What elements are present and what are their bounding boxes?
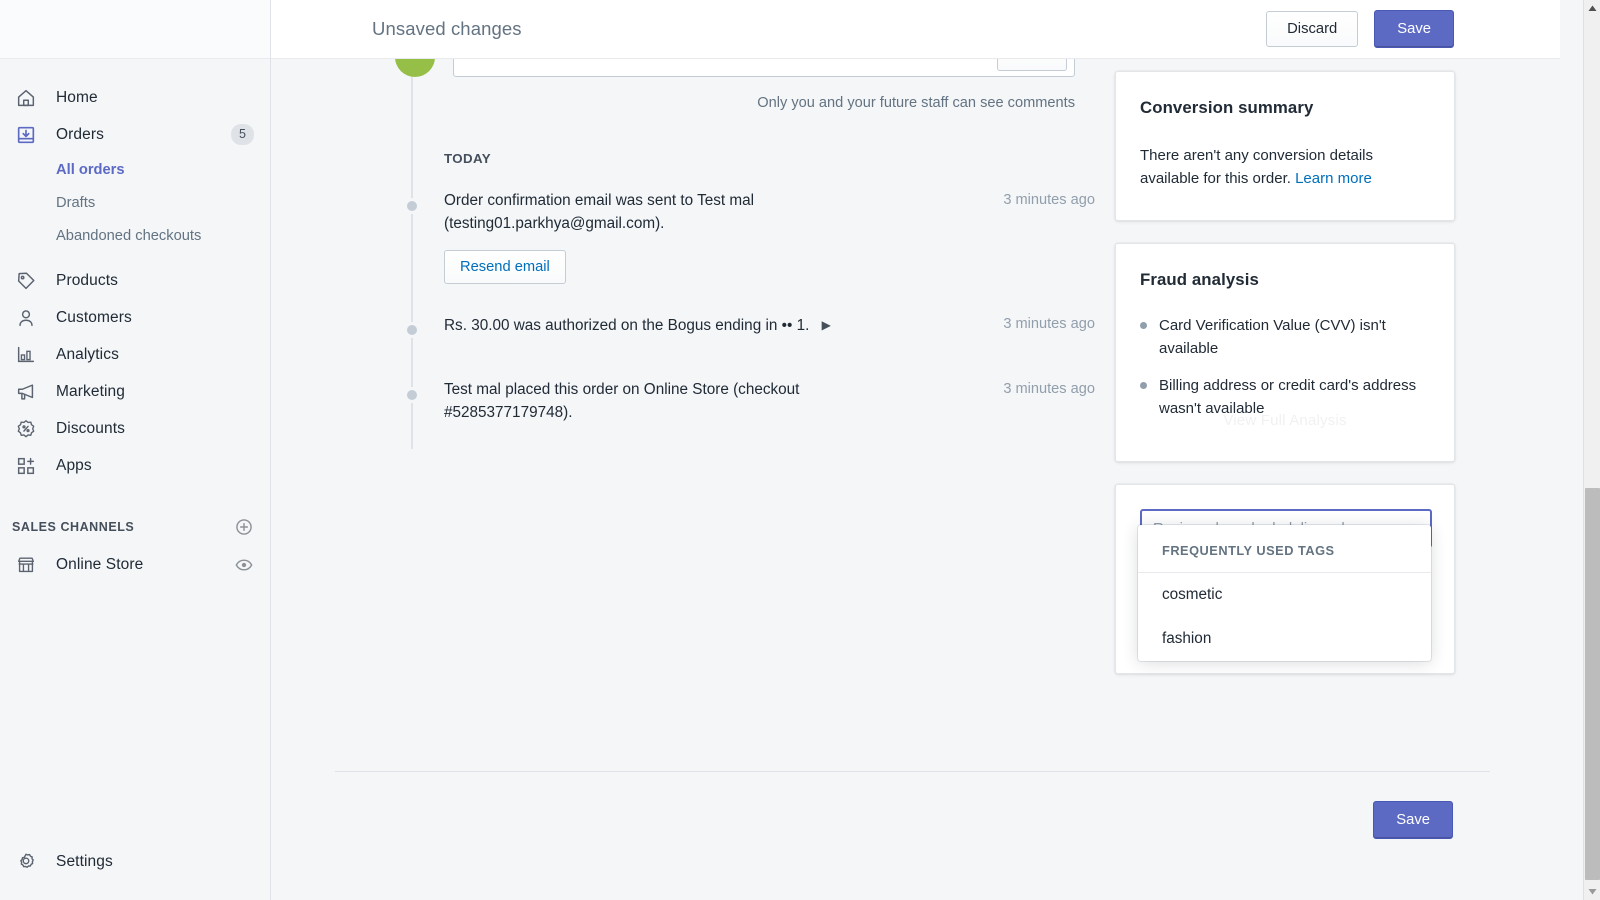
eye-icon[interactable] xyxy=(234,555,254,575)
sidebar-item-all-orders[interactable]: All orders xyxy=(56,153,270,186)
unsaved-changes-bar: Unsaved changes Discard Save xyxy=(271,0,1560,59)
timeline-event: Rs. 30.00 was authorized on the Bogus en… xyxy=(395,314,1095,344)
sidebar-item-label: Marketing xyxy=(56,382,125,400)
fraud-item-text: Billing address or credit card's address… xyxy=(1159,377,1417,417)
tag-icon xyxy=(12,267,40,295)
timeline-event: Order confirmation email was sent to Tes… xyxy=(395,190,1095,284)
sidebar-primary-nav: Home Orders 5 All orders Drafts Abandone… xyxy=(0,59,270,583)
sidebar-subitem-label: All orders xyxy=(56,161,125,178)
discard-button[interactable]: Discard xyxy=(1266,11,1359,47)
sidebar-item-label: Customers xyxy=(56,308,132,326)
storefront-icon xyxy=(12,551,40,579)
fraud-item-text: Card Verification Value (CVV) isn't avai… xyxy=(1159,317,1386,357)
timeline-event-text: Test mal placed this order on Online Sto… xyxy=(444,381,800,421)
sidebar-item-label: Analytics xyxy=(56,345,119,363)
comment-privacy-hint: Only you and your future staff can see c… xyxy=(757,95,1075,111)
home-icon xyxy=(12,84,40,112)
page-scrollbar[interactable] xyxy=(1583,0,1600,900)
timeline-dot xyxy=(404,198,420,214)
sidebar-item-online-store[interactable]: Online Store xyxy=(0,546,270,583)
tag-suggestions-dropdown: FREQUENTLY USED TAGS cosmetic fashion xyxy=(1138,525,1431,661)
chevron-right-icon[interactable]: ▶ xyxy=(822,314,831,337)
sidebar-item-label: Products xyxy=(56,271,118,289)
orders-inbox-icon xyxy=(12,121,40,149)
tag-option-cosmetic[interactable]: cosmetic xyxy=(1138,573,1431,617)
sidebar: Home Orders 5 All orders Drafts Abandone… xyxy=(0,0,271,900)
sidebar-subitem-label: Abandoned checkouts xyxy=(56,227,202,244)
timeline-event-text: Rs. 30.00 was authorized on the Bogus en… xyxy=(444,314,904,338)
timeline-dot xyxy=(404,387,420,403)
megaphone-icon xyxy=(12,378,40,406)
orders-count-badge: 5 xyxy=(231,124,254,145)
plus-circle-icon[interactable] xyxy=(234,517,254,537)
sidebar-item-discounts[interactable]: Discounts xyxy=(0,410,270,447)
fraud-analysis-card: Fraud analysis Card Verification Value (… xyxy=(1115,243,1455,462)
footer-save-button[interactable]: Save xyxy=(1373,801,1453,839)
timeline-event-time: 3 minutes ago xyxy=(1003,381,1095,397)
conversion-summary-body: There aren't any conversion details avai… xyxy=(1140,144,1430,190)
timeline-event: Test mal placed this order on Online Sto… xyxy=(395,379,1095,424)
topbar-actions: Discard Save xyxy=(1266,10,1454,48)
sidebar-item-abandoned-checkouts[interactable]: Abandoned checkouts xyxy=(56,219,270,252)
timeline-event-time: 3 minutes ago xyxy=(1003,192,1095,208)
sidebar-item-customers[interactable]: Customers xyxy=(0,299,270,336)
fraud-analysis-title: Fraud analysis xyxy=(1140,270,1259,289)
sidebar-orders-subnav: All orders Drafts Abandoned checkouts xyxy=(0,153,270,252)
sales-channels-title: SALES CHANNELS xyxy=(12,520,135,534)
fraud-list-item: Card Verification Value (CVV) isn't avai… xyxy=(1140,314,1430,360)
sidebar-item-label: Orders xyxy=(56,125,104,143)
conversion-summary-title: Conversion summary xyxy=(1140,98,1314,117)
sidebar-item-label: Discounts xyxy=(56,419,125,437)
sidebar-item-label: Home xyxy=(56,88,98,106)
sidebar-item-home[interactable]: Home xyxy=(0,79,270,116)
learn-more-link[interactable]: Learn more xyxy=(1295,170,1372,187)
page-title: Unsaved changes xyxy=(372,18,522,39)
resend-email-button[interactable]: Resend email xyxy=(444,250,566,284)
timeline-day-label: TODAY xyxy=(444,151,492,166)
bar-chart-icon xyxy=(12,341,40,369)
tag-option-fashion[interactable]: fashion xyxy=(1138,617,1431,661)
sidebar-item-orders[interactable]: Orders 5 xyxy=(0,116,270,153)
sidebar-item-apps[interactable]: Apps xyxy=(0,447,270,484)
sidebar-item-products[interactable]: Products xyxy=(0,262,270,299)
bullet-icon xyxy=(1140,322,1147,329)
save-button[interactable]: Save xyxy=(1374,10,1454,48)
fraud-analysis-list: Card Verification Value (CVV) isn't avai… xyxy=(1140,314,1430,420)
sidebar-footer-nav: Settings xyxy=(0,843,270,900)
timeline-dot xyxy=(404,322,420,338)
comment-composer-row xyxy=(395,59,1095,81)
sidebar-item-analytics[interactable]: Analytics xyxy=(0,336,270,373)
sidebar-subitem-label: Drafts xyxy=(56,194,96,211)
view-full-analysis-link[interactable]: View Full Analysis xyxy=(1116,412,1454,429)
sidebar-item-settings[interactable]: Settings xyxy=(0,843,270,880)
timeline-event-label: Rs. 30.00 was authorized on the Bogus en… xyxy=(444,317,810,334)
avatar xyxy=(395,59,435,77)
sidebar-item-label: Settings xyxy=(56,852,113,870)
order-timeline: Only you and your future staff can see c… xyxy=(395,59,1095,449)
comment-input[interactable] xyxy=(453,59,1075,77)
conversion-summary-card: Conversion summary There aren't any conv… xyxy=(1115,71,1455,221)
tag-dropdown-header: FREQUENTLY USED TAGS xyxy=(1138,525,1431,573)
timeline-event-time: 3 minutes ago xyxy=(1003,316,1095,332)
sidebar-item-drafts[interactable]: Drafts xyxy=(56,186,270,219)
caret-down-icon[interactable] xyxy=(1584,883,1600,900)
gear-icon xyxy=(12,848,40,876)
caret-up-icon[interactable] xyxy=(1584,0,1600,17)
timeline-event-text: Order confirmation email was sent to Tes… xyxy=(444,192,755,232)
sidebar-item-label: Online Store xyxy=(56,555,144,573)
footer-divider xyxy=(335,771,1490,772)
sidebar-header-strip xyxy=(0,0,270,59)
scrollbar-thumb[interactable] xyxy=(1585,488,1600,880)
apps-grid-plus-icon xyxy=(12,452,40,480)
sidebar-item-label: Apps xyxy=(56,456,92,474)
post-comment-button[interactable] xyxy=(997,59,1067,71)
person-icon xyxy=(12,304,40,332)
sidebar-item-marketing[interactable]: Marketing xyxy=(0,373,270,410)
sales-channels-header: SALES CHANNELS xyxy=(0,508,270,546)
main-content: Only you and your future staff can see c… xyxy=(271,59,1560,900)
percent-badge-icon xyxy=(12,415,40,443)
bullet-icon xyxy=(1140,382,1147,389)
